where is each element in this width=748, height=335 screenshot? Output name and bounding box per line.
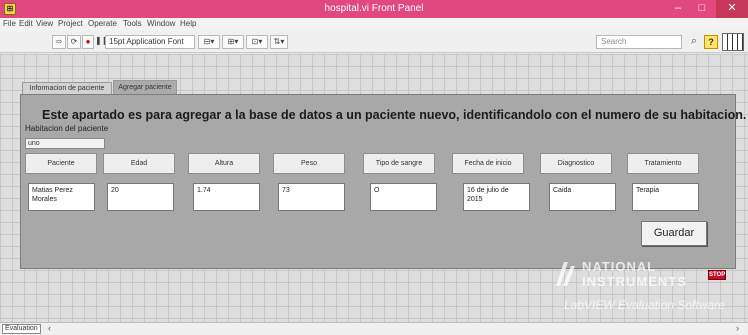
search-icon[interactable]: ⌕ [687, 35, 701, 49]
scroll-left-arrow-icon[interactable]: ‹ [48, 324, 58, 334]
menu-view[interactable]: View [36, 19, 53, 28]
watermark-line3: LabVIEW Evaluation Software [564, 298, 725, 312]
guardar-button[interactable]: Guardar [641, 221, 707, 246]
header-paciente: Paciente [25, 153, 97, 174]
pause-icon[interactable]: ❚❚ [95, 35, 108, 49]
menu-edit[interactable]: Edit [19, 19, 33, 28]
ni-logo-icon [556, 262, 575, 286]
ni-watermark: NATIONAL INSTRUMENTS LabVIEW Evaluation … [548, 254, 740, 320]
menu-file[interactable]: File [3, 19, 16, 28]
altura-field[interactable]: 1.74 [193, 183, 260, 211]
menu-operate[interactable]: Operate [88, 19, 117, 28]
menu-window[interactable]: Window [147, 19, 175, 28]
paciente-field[interactable]: Matias Perez Morales [28, 183, 95, 211]
edad-field[interactable]: 20 [107, 183, 174, 211]
room-label: Habitacion del paciente [25, 124, 109, 133]
reorder-icon[interactable]: ⇅▾ [270, 35, 288, 49]
connector-pane-icon[interactable] [722, 33, 744, 51]
tab-agregar-paciente[interactable]: Agregar paciente [113, 80, 177, 95]
abort-icon[interactable]: ● [82, 35, 94, 49]
distribute-icon[interactable]: ⊞▾ [222, 35, 244, 49]
status-bar: Evaluation ‹ › [0, 322, 748, 335]
menu-bar: File Edit View Project Operate Tools Win… [0, 18, 748, 31]
watermark-line1: NATIONAL [582, 259, 657, 274]
search-placeholder: Search [601, 37, 627, 46]
header-altura: Altura [188, 153, 260, 174]
window-title: hospital.vi Front Panel [324, 3, 424, 14]
watermark-line2: INSTRUMENTS [582, 274, 687, 289]
tratamiento-field[interactable]: Terapia [632, 183, 699, 211]
minimize-button[interactable]: – [666, 0, 690, 18]
run-arrow-icon[interactable]: ⇨ [52, 35, 66, 49]
header-edad: Edad [103, 153, 175, 174]
header-diagnostico: Diagnostico [540, 153, 612, 174]
align-icon[interactable]: ⊟▾ [198, 35, 220, 49]
font-selector[interactable]: 15pt Application Font [105, 35, 195, 49]
menu-project[interactable]: Project [58, 19, 83, 28]
stop-button[interactable]: STOP [708, 270, 726, 280]
header-peso: Peso [273, 153, 345, 174]
menu-help[interactable]: Help [180, 19, 196, 28]
header-fecha-inicio: Fecha de inicio [452, 153, 524, 174]
peso-field[interactable]: 73 [278, 183, 345, 211]
resize-icon[interactable]: ⊡▾ [246, 35, 268, 49]
help-icon[interactable]: ? [704, 35, 718, 49]
run-continuously-icon[interactable]: ⟳ [67, 35, 81, 49]
diagnostico-field[interactable]: Caida [549, 183, 616, 211]
header-tratamiento: Tratamiento [627, 153, 699, 174]
room-input[interactable]: uno [25, 138, 105, 149]
toolbar: ⇨ ⟳ ● ❚❚ 15pt Application Font ⊟▾ ⊞▾ ⊡▾ … [0, 31, 748, 53]
menu-tools[interactable]: Tools [123, 19, 142, 28]
fecha-inicio-field[interactable]: 16 de julio de 2015 [463, 183, 530, 211]
scroll-right-arrow-icon[interactable]: › [736, 324, 746, 334]
close-button[interactable]: ✕ [716, 0, 748, 18]
header-tipo-sangre: Tipo de sangre [363, 153, 435, 174]
title-bar: ⊞ hospital.vi Front Panel – □ ✕ [0, 0, 748, 18]
page-heading: Este apartado es para agregar a la base … [42, 108, 747, 122]
maximize-button[interactable]: □ [690, 0, 714, 18]
search-input[interactable]: Search [596, 35, 682, 49]
tipo-sangre-field[interactable]: O [370, 183, 437, 211]
evaluation-badge: Evaluation [2, 324, 41, 334]
